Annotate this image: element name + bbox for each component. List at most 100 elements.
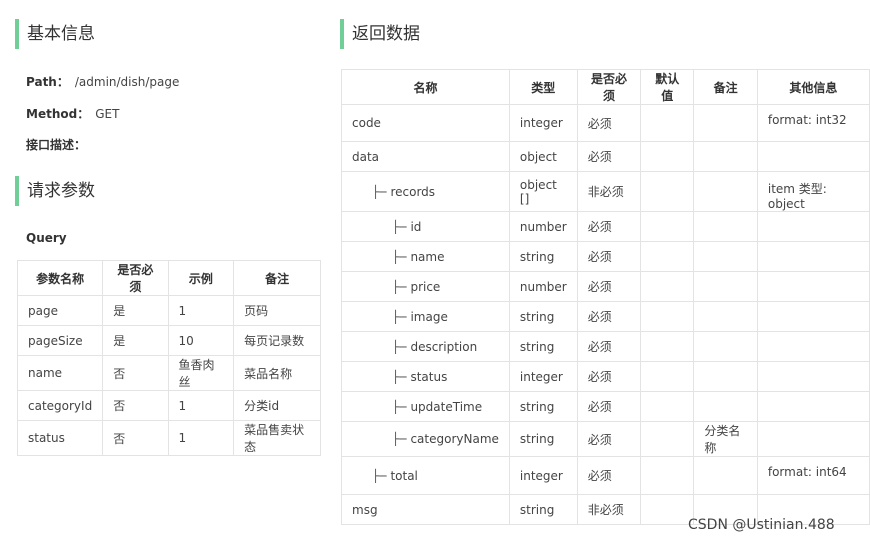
field-default-cell bbox=[640, 271, 695, 302]
field-name: total bbox=[390, 468, 418, 483]
field-default-cell bbox=[640, 104, 695, 142]
basic-info-title: 基本信息 bbox=[15, 19, 95, 49]
field-note-cell bbox=[693, 141, 758, 172]
field-name-cell: code bbox=[341, 104, 510, 142]
tree-branch-icon: ├─ bbox=[392, 399, 407, 414]
field-default-cell bbox=[640, 241, 695, 272]
field-other-cell bbox=[756, 211, 870, 242]
table-cell: 否 bbox=[102, 420, 169, 456]
table-cell: 分类id bbox=[233, 390, 321, 421]
field-other-cell bbox=[756, 331, 870, 362]
table-row: ├─ status integer 必须 bbox=[341, 361, 870, 392]
field-other-cell bbox=[756, 391, 870, 422]
field-other-cell bbox=[756, 421, 870, 457]
table-row: data object 必须 bbox=[341, 141, 870, 172]
field-required-cell: 必须 bbox=[576, 241, 642, 272]
field-required-cell: 必须 bbox=[576, 211, 642, 242]
field-default-cell bbox=[640, 171, 695, 212]
table-row: categoryId 否 1 分类id bbox=[16, 390, 321, 421]
field-default-cell bbox=[640, 494, 695, 525]
field-default-cell bbox=[640, 361, 695, 392]
field-required-cell: 必须 bbox=[576, 361, 642, 392]
response-data-title: 返回数据 bbox=[340, 19, 420, 49]
response-header-cell: 是否必须 bbox=[576, 69, 642, 105]
field-name: updateTime bbox=[410, 399, 483, 414]
table-cell: 鱼香肉丝 bbox=[167, 355, 235, 391]
field-type-cell: object bbox=[508, 141, 578, 172]
response-header-cell: 名称 bbox=[341, 69, 510, 105]
tree-branch-icon: ├─ bbox=[392, 219, 407, 234]
field-note-cell bbox=[693, 171, 758, 212]
table-row: ├─ name string 必须 bbox=[341, 241, 870, 272]
field-name-cell: ├─ price bbox=[341, 271, 510, 302]
table-cell: name bbox=[16, 355, 104, 391]
field-required-cell: 非必须 bbox=[576, 171, 642, 212]
field-required-cell: 非必须 bbox=[576, 494, 642, 525]
field-name: image bbox=[410, 309, 448, 324]
field-name-cell: msg bbox=[341, 494, 510, 525]
field-name: status bbox=[410, 369, 448, 384]
field-required-cell: 必须 bbox=[576, 391, 642, 422]
query-params-table: 参数名称 是否必须 示例 备注 page 是 1 页码 pageSize 是 10 每页记录数 nam… bbox=[16, 260, 321, 456]
field-required-cell: 必须 bbox=[576, 104, 642, 142]
tree-branch-icon: ├─ bbox=[392, 432, 407, 446]
path-value: /admin/dish/page bbox=[74, 75, 180, 89]
tree-branch-icon: ├─ bbox=[372, 468, 387, 483]
table-row: name 否鱼香肉丝 菜品名称 bbox=[16, 355, 321, 391]
field-required-cell: 必须 bbox=[576, 456, 642, 495]
query-header-cell: 备注 bbox=[233, 260, 321, 296]
table-cell: pageSize bbox=[16, 325, 104, 356]
field-name: id bbox=[410, 219, 422, 234]
field-required-cell: 必须 bbox=[576, 331, 642, 362]
field-name: price bbox=[410, 279, 441, 294]
watermark: CSDN @Ustinian.488 bbox=[688, 517, 835, 533]
description-label: 接口描述： bbox=[26, 138, 87, 152]
table-cell: 10 bbox=[167, 325, 235, 356]
field-note-cell bbox=[693, 211, 758, 242]
field-note-cell bbox=[693, 331, 758, 362]
path-row: Path： /admin/dish/page bbox=[26, 73, 179, 90]
request-params-title: 请求参数 bbox=[15, 176, 95, 206]
field-note-cell bbox=[693, 271, 758, 302]
table-row: ├─ categoryName string 必须 分类名称 bbox=[341, 421, 870, 457]
field-required-cell: 必须 bbox=[576, 421, 642, 457]
field-name-cell: ├─ description bbox=[341, 331, 510, 362]
field-required-cell: 必须 bbox=[576, 141, 642, 172]
field-other-cell: item 类型: object bbox=[756, 171, 870, 212]
table-row: page 是 1 页码 bbox=[16, 295, 321, 326]
field-name-cell: ├─ id bbox=[341, 211, 510, 242]
field-other-cell: format: int64 bbox=[756, 456, 870, 495]
field-other-cell bbox=[756, 301, 870, 332]
field-type-cell: string bbox=[508, 331, 578, 362]
field-type-cell: string bbox=[508, 494, 578, 525]
field-type-cell: integer bbox=[508, 456, 578, 495]
field-name-cell: ├─ updateTime bbox=[341, 391, 510, 422]
field-type-cell: object [] bbox=[508, 171, 578, 212]
tree-branch-icon: ├─ bbox=[372, 184, 387, 199]
tree-branch-icon: ├─ bbox=[392, 249, 407, 264]
table-row: ├─ total integer 必须 format: int64 bbox=[341, 456, 870, 495]
field-note-cell bbox=[693, 104, 758, 142]
field-note-cell: 分类名称 bbox=[693, 421, 758, 457]
field-default-cell bbox=[640, 301, 695, 332]
field-name-cell: ├─ name bbox=[341, 241, 510, 272]
query-header-cell: 参数名称 bbox=[16, 260, 104, 296]
field-default-cell bbox=[640, 141, 695, 172]
field-type-cell: integer bbox=[508, 361, 578, 392]
field-default-cell bbox=[640, 331, 695, 362]
description-row: 接口描述： bbox=[26, 136, 86, 153]
field-type-cell: integer bbox=[508, 104, 578, 142]
tree-branch-icon: ├─ bbox=[392, 369, 407, 384]
table-row: ├─ image string 必须 bbox=[341, 301, 870, 332]
table-cell: 否 bbox=[102, 355, 169, 391]
field-note-cell bbox=[693, 361, 758, 392]
field-type-cell: string bbox=[508, 421, 578, 457]
field-name: description bbox=[410, 339, 478, 354]
table-cell: 菜品名称 bbox=[233, 355, 321, 391]
table-cell: 菜品售卖状态 bbox=[233, 420, 321, 456]
field-default-cell bbox=[640, 211, 695, 242]
field-other-cell bbox=[756, 141, 870, 172]
field-default-cell bbox=[640, 456, 695, 495]
field-name: name bbox=[410, 249, 445, 264]
query-label: Query bbox=[26, 231, 67, 245]
